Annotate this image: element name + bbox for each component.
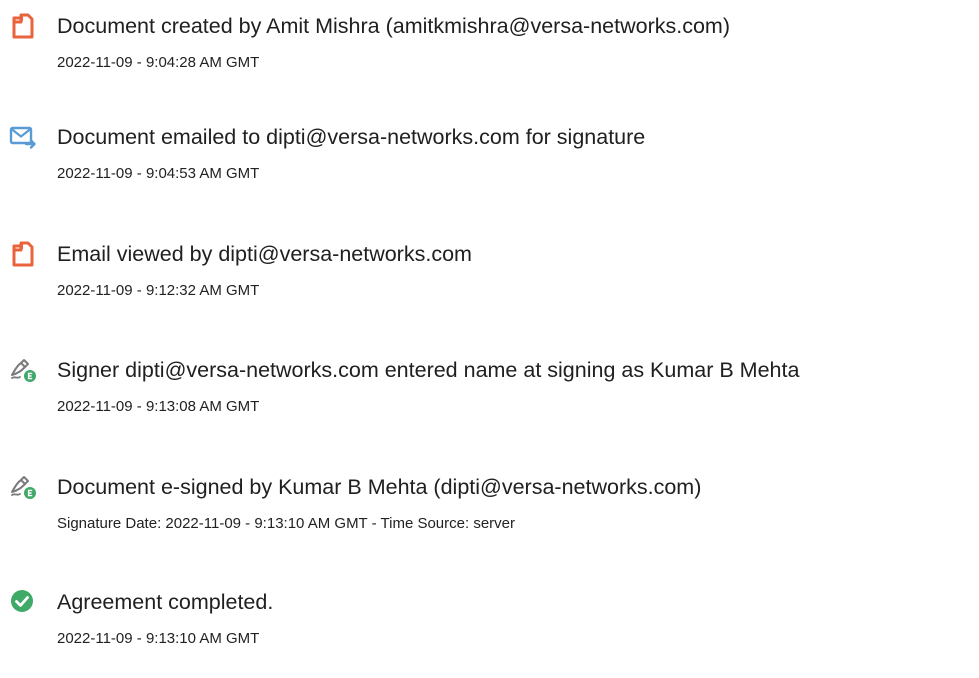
- event-description: Document created by Amit Mishra (amitkmi…: [57, 14, 730, 38]
- history-event-emailed: Document emailed to dipti@versa-networks…: [0, 123, 979, 213]
- event-timestamp: 2022-11-09 - 9:04:53 AM GMT: [57, 165, 260, 182]
- history-event-viewed: Email viewed by dipti@versa-networks.com…: [0, 240, 979, 330]
- history-event-name-entered: Signer dipti@versa-networks.com entered …: [0, 356, 979, 446]
- event-description: Agreement completed.: [57, 590, 274, 614]
- event-description: Signer dipti@versa-networks.com entered …: [57, 358, 800, 382]
- event-timestamp: 2022-11-09 - 9:12:32 AM GMT: [57, 282, 260, 299]
- e-sign-pen-icon: [9, 473, 37, 501]
- event-timestamp: Signature Date: 2022-11-09 - 9:13:10 AM …: [57, 515, 515, 532]
- e-sign-pen-icon: [9, 356, 37, 384]
- document-created-icon: [9, 12, 37, 40]
- email-sent-icon: [9, 123, 37, 151]
- check-circle-icon: [9, 588, 37, 616]
- history-event-completed: Agreement completed. 2022-11-09 - 9:13:1…: [0, 588, 979, 678]
- document-viewed-icon: [9, 240, 37, 268]
- event-timestamp: 2022-11-09 - 9:04:28 AM GMT: [57, 54, 260, 71]
- event-description: Email viewed by dipti@versa-networks.com: [57, 242, 472, 266]
- history-event-signed: Document e-signed by Kumar B Mehta (dipt…: [0, 473, 979, 563]
- event-timestamp: 2022-11-09 - 9:13:10 AM GMT: [57, 630, 260, 647]
- event-description: Document e-signed by Kumar B Mehta (dipt…: [57, 475, 702, 499]
- history-event-created: Document created by Amit Mishra (amitkmi…: [0, 12, 979, 102]
- event-timestamp: 2022-11-09 - 9:13:08 AM GMT: [57, 398, 260, 415]
- event-description: Document emailed to dipti@versa-networks…: [57, 125, 646, 149]
